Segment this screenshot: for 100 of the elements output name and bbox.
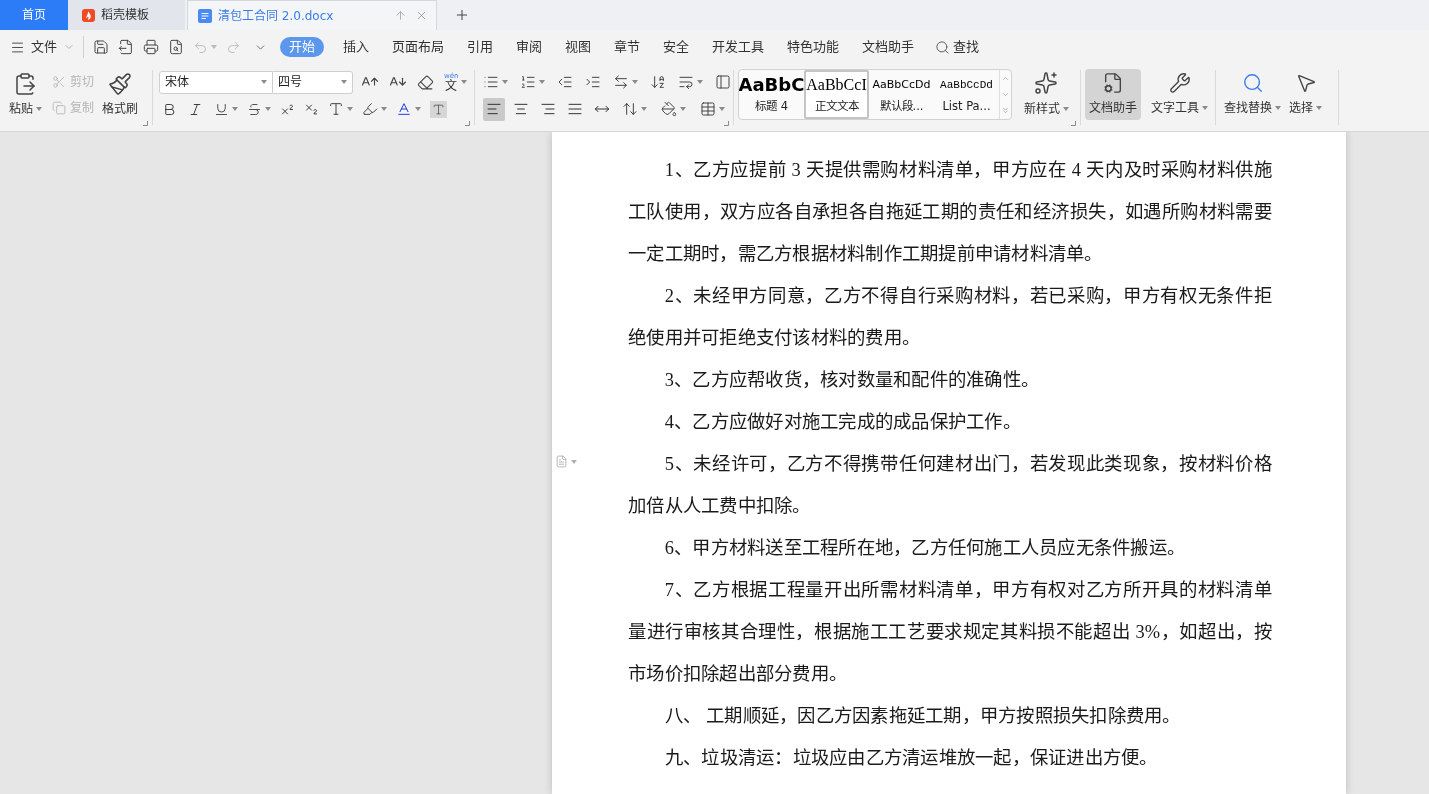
scissors-icon <box>52 75 66 89</box>
ribbon-tab[interactable]: 引用 <box>467 37 493 57</box>
caret-icon <box>1202 106 1208 110</box>
bold-icon[interactable] <box>162 101 177 117</box>
bulleted-list-icon[interactable] <box>483 74 499 90</box>
paragraph: 4、乙方应做好对施工完成的成品保护工作。 <box>663 411 1022 434</box>
tab[interactable]: 稻壳模板 <box>68 0 185 30</box>
paragraph: 3、乙方应帮收货，核对数量和配件的准确性。 <box>663 369 1041 392</box>
text-effect-icon[interactable] <box>328 101 344 117</box>
wrench-icon <box>1168 72 1191 94</box>
paragraph: 1、乙方应提前 3 天提供需购材料清单，甲方应在 4 天内及时采购材料供施工队使用，双方应各自承担各自拖延工期的责任和经济损失，如遇所购材料需要一定工期时，需乙方根据材料制作工期提前申请材料清单。 <box>628 159 1272 266</box>
file-search-icon[interactable] <box>168 39 184 55</box>
highlighter-icon[interactable] <box>362 101 378 117</box>
caret-icon <box>632 80 638 84</box>
caret-icon <box>347 107 353 111</box>
sparkles-icon <box>1034 71 1058 95</box>
new-style-button[interactable]: 新样式 <box>1020 69 1072 118</box>
eraser-icon[interactable] <box>417 73 434 91</box>
ribbon-tab[interactable]: 特色功能 <box>787 37 839 57</box>
text-tools-button[interactable]: 文字工具 <box>1147 69 1212 120</box>
paragraph: 九、垃圾清运：垃圾应由乙方清运堆放一起，保证进出方便。 <box>663 747 1159 770</box>
ribbon-tab[interactable]: 开发工具 <box>712 37 764 57</box>
increase-indent-icon[interactable] <box>585 74 601 90</box>
ribbon-tab[interactable]: 视图 <box>565 37 591 57</box>
ribbon-tab[interactable]: 文档助手 <box>862 37 914 57</box>
ribbon-tab[interactable]: 安全 <box>663 37 689 57</box>
align-center-icon <box>513 101 529 117</box>
file-output-icon[interactable] <box>118 39 134 55</box>
menu-icon <box>10 39 25 55</box>
dialog-launcher-icon[interactable] <box>1071 121 1076 126</box>
search-icon <box>1241 72 1264 94</box>
numbered-list-icon[interactable] <box>520 74 536 90</box>
text-shading-icon[interactable] <box>430 100 447 118</box>
paragraph: 6、甲方材料送至工程所在地，乙方任何施工人员应无条件搬运。 <box>663 537 1187 560</box>
caret-icon <box>265 107 271 111</box>
superscript-icon[interactable] <box>280 101 295 117</box>
wrap-text-icon[interactable] <box>678 74 694 90</box>
caret-icon <box>261 80 267 84</box>
dialog-launcher-icon[interactable] <box>724 121 729 126</box>
caret-icon <box>641 107 647 111</box>
paste-button[interactable]: 粘贴 <box>5 64 45 131</box>
strikethrough-icon[interactable] <box>247 101 262 117</box>
table-grid-icon[interactable] <box>700 101 716 117</box>
italic-icon[interactable] <box>188 101 203 117</box>
caret-icon <box>1316 106 1322 110</box>
search-button[interactable]: 查找 <box>935 37 979 57</box>
caret-icon <box>461 80 468 84</box>
caret-icon <box>381 107 387 111</box>
align-left-icon <box>486 101 502 117</box>
file-menu-button[interactable]: 文件 <box>10 37 75 57</box>
dialog-launcher-icon[interactable] <box>465 121 470 126</box>
caret-icon <box>502 80 508 84</box>
printer-icon[interactable] <box>143 39 159 55</box>
document-logo-icon <box>198 8 212 23</box>
sort-icon[interactable] <box>650 74 666 90</box>
caret-icon <box>415 107 421 111</box>
ribbon-tab[interactable]: 审阅 <box>516 37 542 57</box>
style-item[interactable]: AaBbCcI 正文文本 <box>804 70 869 119</box>
caret-icon <box>341 80 347 84</box>
ribbon-tab[interactable]: 章节 <box>614 37 640 57</box>
document-assistant-button[interactable]: 文档助手 <box>1085 69 1141 120</box>
caret-icon <box>571 459 577 464</box>
font-size-select[interactable]: 四号 <box>273 70 353 94</box>
underline-icon[interactable] <box>214 101 229 117</box>
caret-icon <box>697 80 703 84</box>
ribbon-tab[interactable]: 插入 <box>343 37 369 57</box>
save-icon[interactable] <box>93 39 109 55</box>
paint-bucket-icon[interactable] <box>661 101 677 117</box>
up-down-arrows-icon[interactable] <box>622 101 638 117</box>
dialog-launcher-icon[interactable] <box>143 121 148 126</box>
font-color-icon[interactable] <box>396 101 412 117</box>
paragraph: 八、 工期顺延，因乙方因素拖延工期，甲方按照损失扣除费用。 <box>663 705 1182 728</box>
clipboard-icon <box>13 72 37 96</box>
subscript-icon[interactable] <box>304 101 319 117</box>
caret-icon <box>1062 107 1069 111</box>
caret-icon <box>211 45 217 49</box>
ribbon-tab[interactable]: 页面布局 <box>392 37 444 57</box>
copy-icon <box>52 101 66 115</box>
decrease-indent-icon[interactable] <box>557 74 573 90</box>
format-painter-button[interactable]: 格式刷 <box>100 64 140 131</box>
tab[interactable]: 首页 <box>0 0 68 30</box>
align-left-button[interactable] <box>483 97 505 121</box>
paragraph: 2、未经甲方同意，乙方不得自行采购材料，若已采购，甲方有权无条件拒绝使用并可拒绝支付该材料的费用。 <box>628 285 1272 350</box>
find-replace-button[interactable]: 查找替换 <box>1224 69 1281 120</box>
panel-icon[interactable] <box>715 74 731 90</box>
caret-icon <box>539 80 545 84</box>
font-family-select[interactable]: 宋体 <box>159 70 273 94</box>
align-justify-icon <box>567 101 583 117</box>
style-item[interactable]: AaBbCcDd List Pa... <box>934 70 999 119</box>
select-button[interactable]: 选择 <box>1289 69 1322 120</box>
search-icon <box>935 39 950 55</box>
paragraph: 7、乙方根据工程量开出所需材料清单，甲方有权对乙方所开具的材料清单量进行审核其合理性，根据施工工艺要求规定其料损不能超出 3%，如超出，按市场价扣除超出部分费用。 <box>628 579 1272 686</box>
caret-icon <box>232 107 238 111</box>
paragraph: 5、未经许可，乙方不得携带任何建材出门，若发现此类现象，按材料价格加倍从人工费中扣除。 <box>628 453 1272 518</box>
caret-icon <box>680 107 686 111</box>
paintbrush-icon <box>108 72 132 96</box>
style-item[interactable]: AaBbCcDd 默认段... <box>869 70 934 119</box>
style-item[interactable]: AaBbC 标题 4 <box>739 70 804 119</box>
left-right-arrows-icon[interactable] <box>613 74 629 90</box>
flame-logo-icon <box>82 8 95 22</box>
